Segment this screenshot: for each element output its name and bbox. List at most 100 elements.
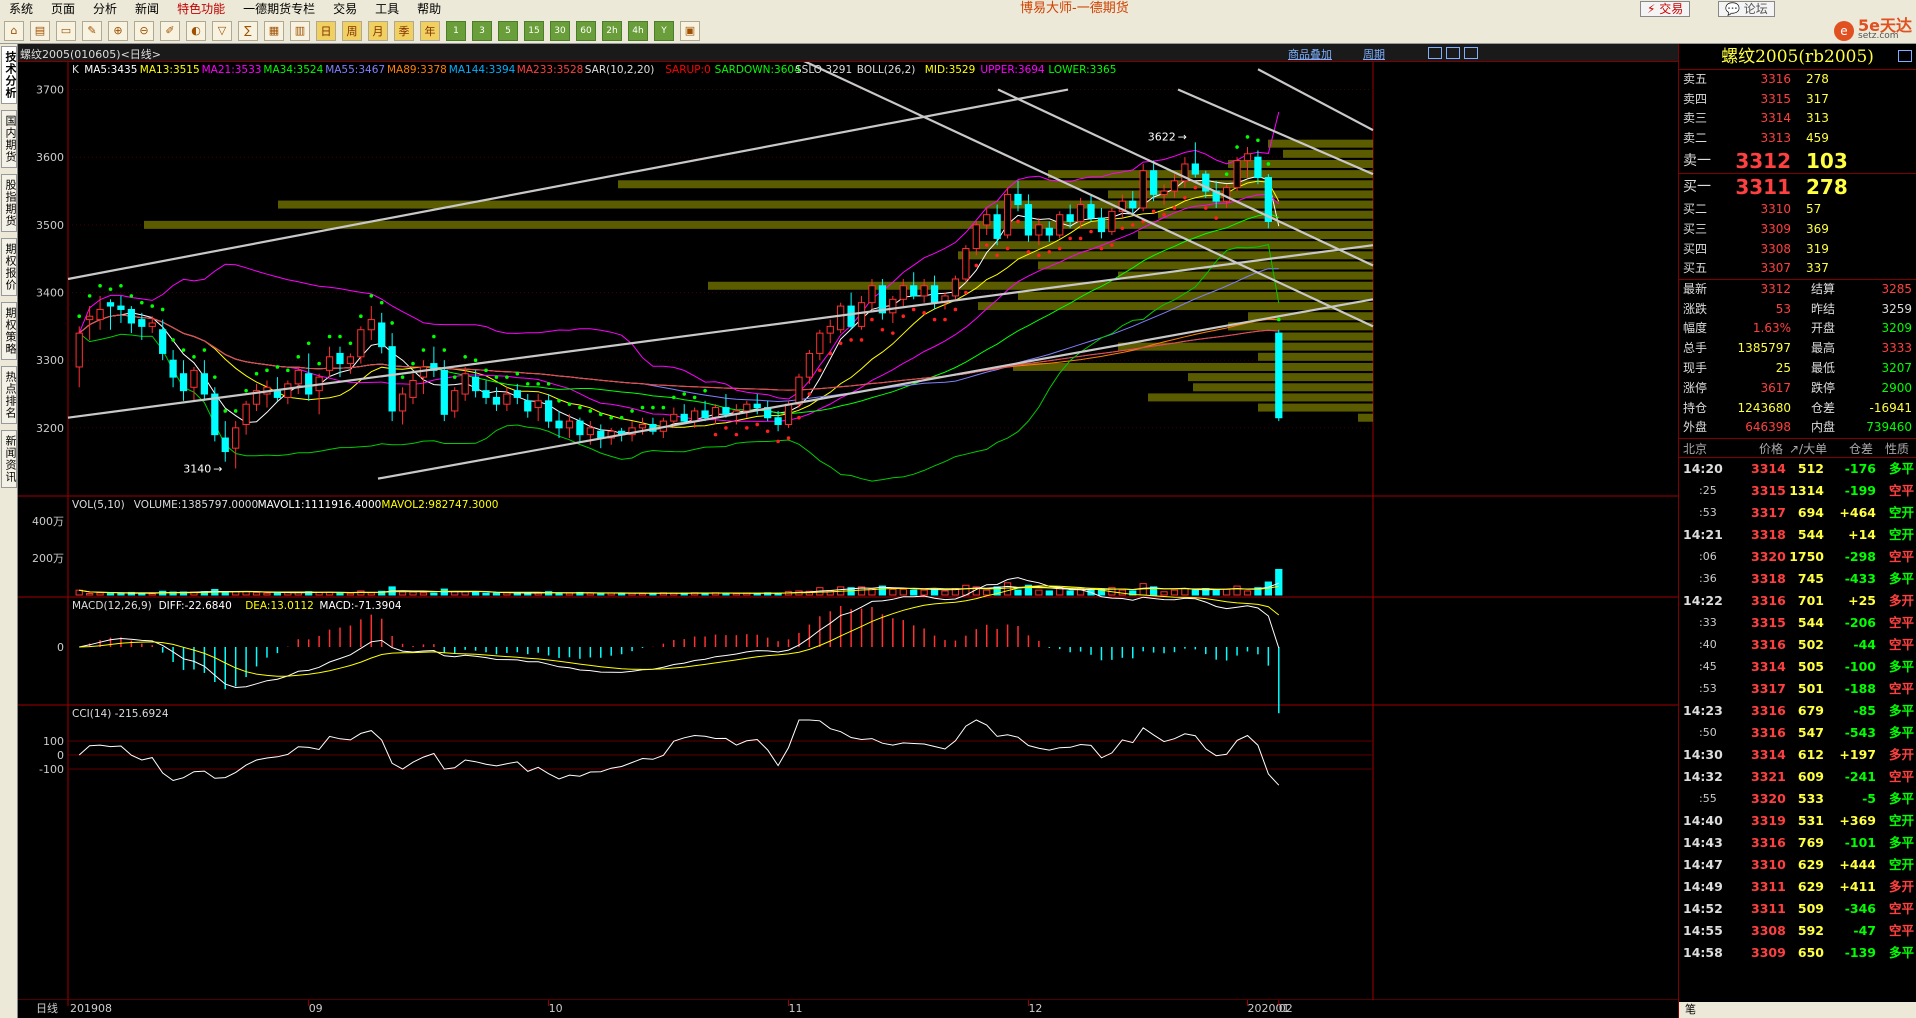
draw-icon[interactable]: ✐ bbox=[160, 20, 180, 41]
home-icon[interactable]: ⌂ bbox=[4, 20, 24, 41]
tick-row[interactable]: 14:58 3309 650 -139 多平 bbox=[1679, 942, 1916, 964]
ask1-row[interactable]: 卖一 3312 103 bbox=[1679, 148, 1916, 175]
chart-header: 螺纹2005(010605)<日线> 商品叠加 周期 bbox=[18, 44, 1678, 62]
calendar-icon[interactable]: ▣ bbox=[680, 20, 700, 41]
period-5-button[interactable]: 5 bbox=[498, 20, 518, 41]
period-day-button[interactable]: 日 bbox=[316, 20, 336, 41]
side-tab-5[interactable]: 热点排名 bbox=[1, 366, 17, 424]
period-year-button[interactable]: 年 bbox=[420, 20, 440, 41]
side-tab-0[interactable]: 技术分析 bbox=[1, 46, 17, 104]
window-icon[interactable] bbox=[1898, 50, 1912, 62]
tick-row[interactable]: :55 3320 533 -5 多平 bbox=[1679, 788, 1916, 810]
tick-row[interactable]: 14:49 3311 629 +411 多开 bbox=[1679, 876, 1916, 898]
kline-chart[interactable]: 3700360035003400330032003622 →3140 →K MA5:3… bbox=[18, 62, 1678, 1018]
menu-8[interactable]: 帮助 bbox=[408, 0, 450, 18]
menu-4[interactable]: 特色功能 bbox=[168, 0, 234, 18]
tick-volume: 592 bbox=[1797, 923, 1824, 939]
tick-row[interactable]: :36 3318 745 -433 多平 bbox=[1679, 568, 1916, 590]
file-icon[interactable]: ▤ bbox=[30, 20, 50, 41]
tick-row[interactable]: :33 3315 544 -206 空平 bbox=[1679, 612, 1916, 634]
period-2h-button[interactable]: 2h bbox=[602, 20, 622, 41]
tick-row[interactable]: :40 3316 502 -44 空平 bbox=[1679, 634, 1916, 656]
menu-5[interactable]: 一德期货专栏 bbox=[234, 0, 324, 18]
trade-button[interactable]: ⚡ 交易 bbox=[1640, 1, 1691, 17]
row-price: 3309 bbox=[1760, 221, 1791, 236]
tick-row[interactable]: :53 3317 501 -188 空平 bbox=[1679, 678, 1916, 700]
quote-row[interactable]: 卖二 3313 459 bbox=[1679, 129, 1916, 149]
zoom-in-icon[interactable]: ⊕ bbox=[108, 20, 128, 41]
tick-row[interactable]: :45 3314 505 -100 多平 bbox=[1679, 656, 1916, 678]
period-60-button[interactable]: 60 bbox=[576, 20, 596, 41]
tick-list[interactable]: 14:20 3314 512 -176 多平:25 3315 1314 -199 空平:53 33… bbox=[1679, 458, 1916, 964]
note-icon[interactable]: ✎ bbox=[82, 20, 102, 41]
calc-icon[interactable]: ∑ bbox=[238, 20, 258, 41]
ticks-header: 北京 价格 ↗/大单 仓差 性质 bbox=[1679, 438, 1916, 459]
quote-row[interactable]: 卖三 3314 313 bbox=[1679, 109, 1916, 129]
quote-row[interactable]: 买三 3309 369 bbox=[1679, 220, 1916, 240]
tick-row[interactable]: 14:52 3311 509 -346 空平 bbox=[1679, 898, 1916, 920]
forum-button[interactable]: 💬 论坛 bbox=[1718, 1, 1775, 17]
period-15-button[interactable]: 15 bbox=[524, 20, 544, 41]
quote-row[interactable]: 买四 3308 319 bbox=[1679, 240, 1916, 260]
split-icon[interactable] bbox=[1446, 47, 1460, 59]
side-tab-6[interactable]: 新闻资讯 bbox=[1, 430, 17, 488]
quote-row[interactable]: 买二 3310 57 bbox=[1679, 200, 1916, 220]
menu-0[interactable]: 系统 bbox=[0, 0, 42, 18]
side-tab-2[interactable]: 股指期货 bbox=[1, 174, 17, 232]
period-month-button[interactable]: 月 bbox=[368, 20, 388, 41]
tick-time: 14:43 bbox=[1683, 835, 1723, 851]
tick-row[interactable]: :53 3317 694 +464 空开 bbox=[1679, 502, 1916, 524]
tick-row[interactable]: :50 3316 547 -543 多平 bbox=[1679, 722, 1916, 744]
period-30-button[interactable]: 30 bbox=[550, 20, 570, 41]
tick-time: 14:47 bbox=[1683, 857, 1723, 873]
bars-icon[interactable]: ▥ bbox=[290, 20, 310, 41]
period-week-button[interactable]: 周 bbox=[342, 20, 362, 41]
tick-row[interactable]: 14:22 3316 701 +25 多开 bbox=[1679, 590, 1916, 612]
tick-row[interactable]: 14:21 3318 544 +14 空开 bbox=[1679, 524, 1916, 546]
period-1-button[interactable]: 1 bbox=[446, 20, 466, 41]
grid-icon[interactable]: ▦ bbox=[264, 20, 284, 41]
tick-row[interactable]: 14:20 3314 512 -176 多平 bbox=[1679, 458, 1916, 480]
layout-icon[interactable] bbox=[1428, 47, 1442, 59]
tick-row[interactable]: 14:47 3310 629 +444 空开 bbox=[1679, 854, 1916, 876]
menu-1[interactable]: 页面 bbox=[42, 0, 84, 18]
zoom-out-icon[interactable]: ⊖ bbox=[134, 20, 154, 41]
menu-3[interactable]: 新闻 bbox=[126, 0, 168, 18]
side-tab-3[interactable]: 期权报价 bbox=[1, 238, 17, 296]
bid1-row[interactable]: 买一 3311 278 bbox=[1679, 174, 1916, 200]
tick-row[interactable]: :06 3320 1750 -298 空平 bbox=[1679, 546, 1916, 568]
period-4h-button[interactable]: 4h bbox=[628, 20, 648, 41]
filter-icon[interactable]: ▽ bbox=[212, 20, 232, 41]
quote-title: 螺纹2005(rb2005) bbox=[1679, 44, 1916, 70]
tick-row[interactable]: 14:40 3319 531 +369 空开 bbox=[1679, 810, 1916, 832]
candle-body bbox=[242, 403, 250, 425]
maximize-icon[interactable] bbox=[1464, 47, 1478, 59]
tick-row[interactable]: :25 3315 1314 -199 空平 bbox=[1679, 480, 1916, 502]
tick-row[interactable]: 14:43 3316 769 -101 多平 bbox=[1679, 832, 1916, 854]
quote-row[interactable]: 买五 3307 337 bbox=[1679, 259, 1916, 279]
side-tab-1[interactable]: 国内期货 bbox=[1, 110, 17, 168]
chart-area[interactable]: 螺纹2005(010605)<日线> 商品叠加 周期 3700 3600 3500 3… bbox=[18, 44, 1678, 1018]
menu-2[interactable]: 分析 bbox=[84, 0, 126, 18]
tick-row[interactable]: 14:55 3308 592 -47 空平 bbox=[1679, 920, 1916, 942]
quote-row[interactable]: 卖四 3315 317 bbox=[1679, 90, 1916, 110]
paint-icon[interactable]: ◐ bbox=[186, 20, 206, 41]
candle-body bbox=[1160, 190, 1168, 195]
overlay-link[interactable]: 商品叠加 bbox=[1288, 46, 1332, 62]
menu-6[interactable]: 交易 bbox=[324, 0, 366, 18]
candle-body bbox=[544, 400, 553, 422]
monitor-icon[interactable]: ▭ bbox=[56, 20, 76, 41]
indicator-label: MA21:3533 bbox=[202, 64, 262, 76]
tick-row[interactable]: 14:30 3314 612 +197 多开 bbox=[1679, 744, 1916, 766]
tick-row[interactable]: 14:23 3316 679 -85 多平 bbox=[1679, 700, 1916, 722]
tick-row[interactable]: 14:32 3321 609 -241 空平 bbox=[1679, 766, 1916, 788]
quote-row[interactable]: 卖五 3316 278 bbox=[1679, 70, 1916, 90]
period-Y-button[interactable]: Y bbox=[654, 20, 674, 41]
period-3-button[interactable]: 3 bbox=[472, 20, 492, 41]
sar-dot bbox=[859, 338, 864, 342]
period-quarter-button[interactable]: 季 bbox=[394, 20, 414, 41]
tick-time: :33 bbox=[1699, 616, 1717, 630]
side-tab-4[interactable]: 期权策略 bbox=[1, 302, 17, 360]
period-link[interactable]: 周期 bbox=[1363, 46, 1385, 62]
menu-7[interactable]: 工具 bbox=[366, 0, 408, 18]
